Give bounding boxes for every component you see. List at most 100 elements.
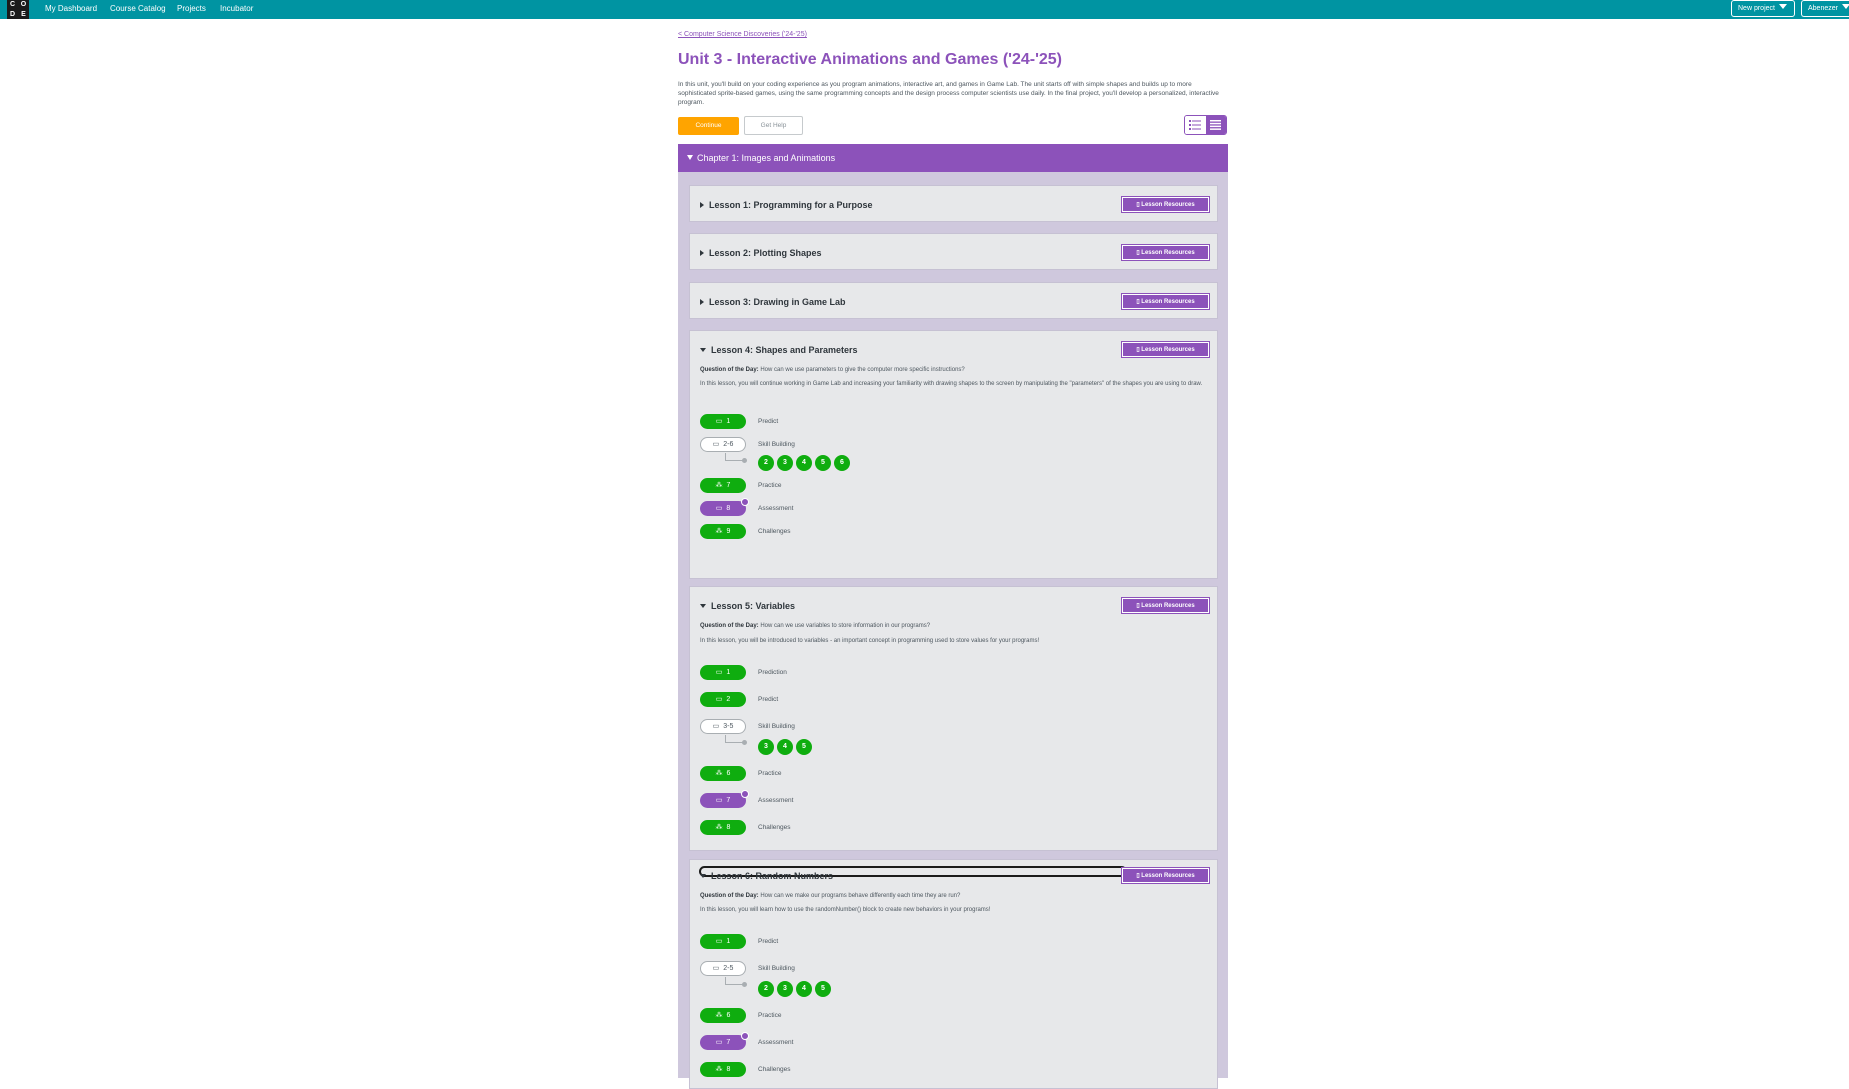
computer-icon: ▭ [715,938,723,945]
sublevel-dot[interactable]: 2 [758,455,774,471]
lesson-card: Lesson 3: Drawing in Game Lab ▯ Lesson R… [689,282,1218,319]
qod-label: Question of the Day: [700,893,759,899]
chevron-down-icon [1778,4,1787,9]
question-of-the-day: Question of the Day: How can we make our… [700,893,960,899]
level-label[interactable]: Predict [758,418,778,425]
level-label[interactable]: Predict [758,938,778,945]
sublevel-dot[interactable]: 5 [815,455,831,471]
list-view-button[interactable] [1185,116,1206,134]
level-bubble[interactable]: ⁂ 7 [700,478,746,493]
level-label[interactable]: Assessment [758,505,793,512]
lesson-title: Lesson 3: Drawing in Game Lab [709,297,846,307]
caret-right-icon [700,299,704,305]
nav-projects[interactable]: Projects [177,4,206,14]
caret-right-icon [700,250,704,256]
sublevel-dot[interactable]: 3 [777,455,793,471]
level-bubble[interactable]: ⁂ 8 [700,820,746,835]
level-bubble[interactable]: ⁂ 6 [700,1008,746,1023]
get-help-button[interactable]: Get Help [744,116,803,135]
level-label[interactable]: Challenges [758,824,791,831]
new-project-button[interactable]: New project [1731,0,1795,17]
lesson-header[interactable]: Lesson 1: Programming for a Purpose [700,200,873,210]
sublevel-dot[interactable]: 4 [796,981,812,997]
lesson-title: Lesson 2: Plotting Shapes [709,248,822,258]
detail-view-button[interactable] [1205,116,1226,134]
level-bubble[interactable]: ▭ 7 [700,790,749,808]
level-number: 6 [726,1012,731,1019]
level-label[interactable]: Prediction [758,669,787,676]
lesson-header[interactable]: Lesson 4: Shapes and Parameters [700,345,858,355]
sublevel-dot[interactable]: 4 [796,455,812,471]
level-bubble[interactable]: ⁂ 8 [700,1062,746,1077]
caret-right-icon [700,202,704,208]
people-icon: ⁂ [715,482,723,489]
level-number: 8 [726,824,731,831]
level-bubble[interactable]: ▭ 8 [700,498,749,516]
chapter-header[interactable]: Chapter 1: Images and Animations [678,144,1228,172]
top-nav-bar: C O D E My Dashboard Course Catalog Proj… [0,0,1849,19]
user-menu-button[interactable]: Abenezer [1801,0,1849,17]
level-number: 7 [726,797,731,804]
level-bubble[interactable]: ▭ 1 [700,665,746,680]
sublevel-dot[interactable]: 3 [758,739,774,755]
sublevel-dot[interactable]: 3 [777,981,793,997]
level-bubble[interactable]: ▭ 3-5 [700,719,746,734]
sublevel-dot[interactable]: 2 [758,981,774,997]
lesson-resources-button[interactable]: ▯ Lesson Resources [1121,196,1210,213]
user-name: Abenezer [1808,5,1838,12]
level-label[interactable]: Challenges [758,528,791,535]
level-label[interactable]: Predict [758,696,778,703]
lesson-description: In this lesson, you will learn how to us… [700,907,991,913]
level-label[interactable]: Skill Building [758,965,795,972]
sublevel-dot[interactable]: 5 [815,981,831,997]
nav-incubator[interactable]: Incubator [220,4,253,14]
lesson-resources-button[interactable]: ▯ Lesson Resources [1121,293,1210,310]
assessment-check-icon [741,790,749,798]
level-bubble[interactable]: ▭ 2-6 [700,437,746,452]
new-project-label: New project [1738,5,1775,12]
continue-button[interactable]: Continue [678,117,739,135]
breadcrumb-link[interactable]: < Computer Science Discoveries ('24-'25) [678,31,807,38]
people-icon: ⁂ [715,528,723,535]
lesson-resources-button[interactable]: ▯ Lesson Resources [1121,597,1210,614]
level-label[interactable]: Practice [758,770,781,777]
lesson-title: Lesson 5: Variables [711,601,796,611]
nav-my-dashboard[interactable]: My Dashboard [45,4,97,14]
level-label[interactable]: Practice [758,482,781,489]
question-of-the-day: Question of the Day: How can we use vari… [700,623,930,629]
level-bubble[interactable]: ⁂ 6 [700,766,746,781]
lesson-resources-button[interactable]: ▯ Lesson Resources [1121,867,1210,884]
sublevel-dot[interactable]: 5 [796,739,812,755]
level-label[interactable]: Skill Building [758,441,795,448]
lesson-resources-button[interactable]: ▯ Lesson Resources [1121,244,1210,261]
level-bubble[interactable]: ▭ 1 [700,934,746,949]
level-label[interactable]: Assessment [758,797,793,804]
lesson-header[interactable]: Lesson 3: Drawing in Game Lab [700,297,846,307]
nav-course-catalog[interactable]: Course Catalog [110,4,166,14]
lesson-header[interactable]: Lesson 6: Random Numbers [700,871,833,881]
level-bubble[interactable]: ▭ 7 [700,1032,749,1050]
lesson-title: Lesson 6: Random Numbers [711,871,834,881]
lesson-resources-label: Lesson Resources [1141,347,1195,353]
level-bubble[interactable]: ⁂ 9 [700,524,746,539]
lesson-header[interactable]: Lesson 2: Plotting Shapes [700,248,822,258]
sublevel-connector [725,453,747,463]
lesson-header[interactable]: Lesson 5: Variables [700,601,795,611]
level-label[interactable]: Challenges [758,1066,791,1073]
lesson-resources-button[interactable]: ▯ Lesson Resources [1121,341,1210,358]
level-label[interactable]: Practice [758,1012,781,1019]
qod-label: Question of the Day: [700,623,759,629]
logo-letter: O [20,1,27,8]
level-bubble[interactable]: ▭ 2-5 [700,961,746,976]
sublevel-dot[interactable]: 4 [777,739,793,755]
sublevel-dot[interactable]: 6 [834,455,850,471]
level-bubble[interactable]: ▭ 2 [700,692,746,707]
computer-icon: ▭ [712,965,720,972]
computer-icon: ▭ [715,1039,723,1046]
level-label[interactable]: Skill Building [758,723,795,730]
level-label[interactable]: Assessment [758,1039,793,1046]
level-bubble[interactable]: ▭ 1 [700,414,746,429]
code-org-logo[interactable]: C O D E [7,0,29,19]
list-view-icon [1189,120,1202,130]
qod-text: How can we make our programs behave diff… [760,893,961,899]
